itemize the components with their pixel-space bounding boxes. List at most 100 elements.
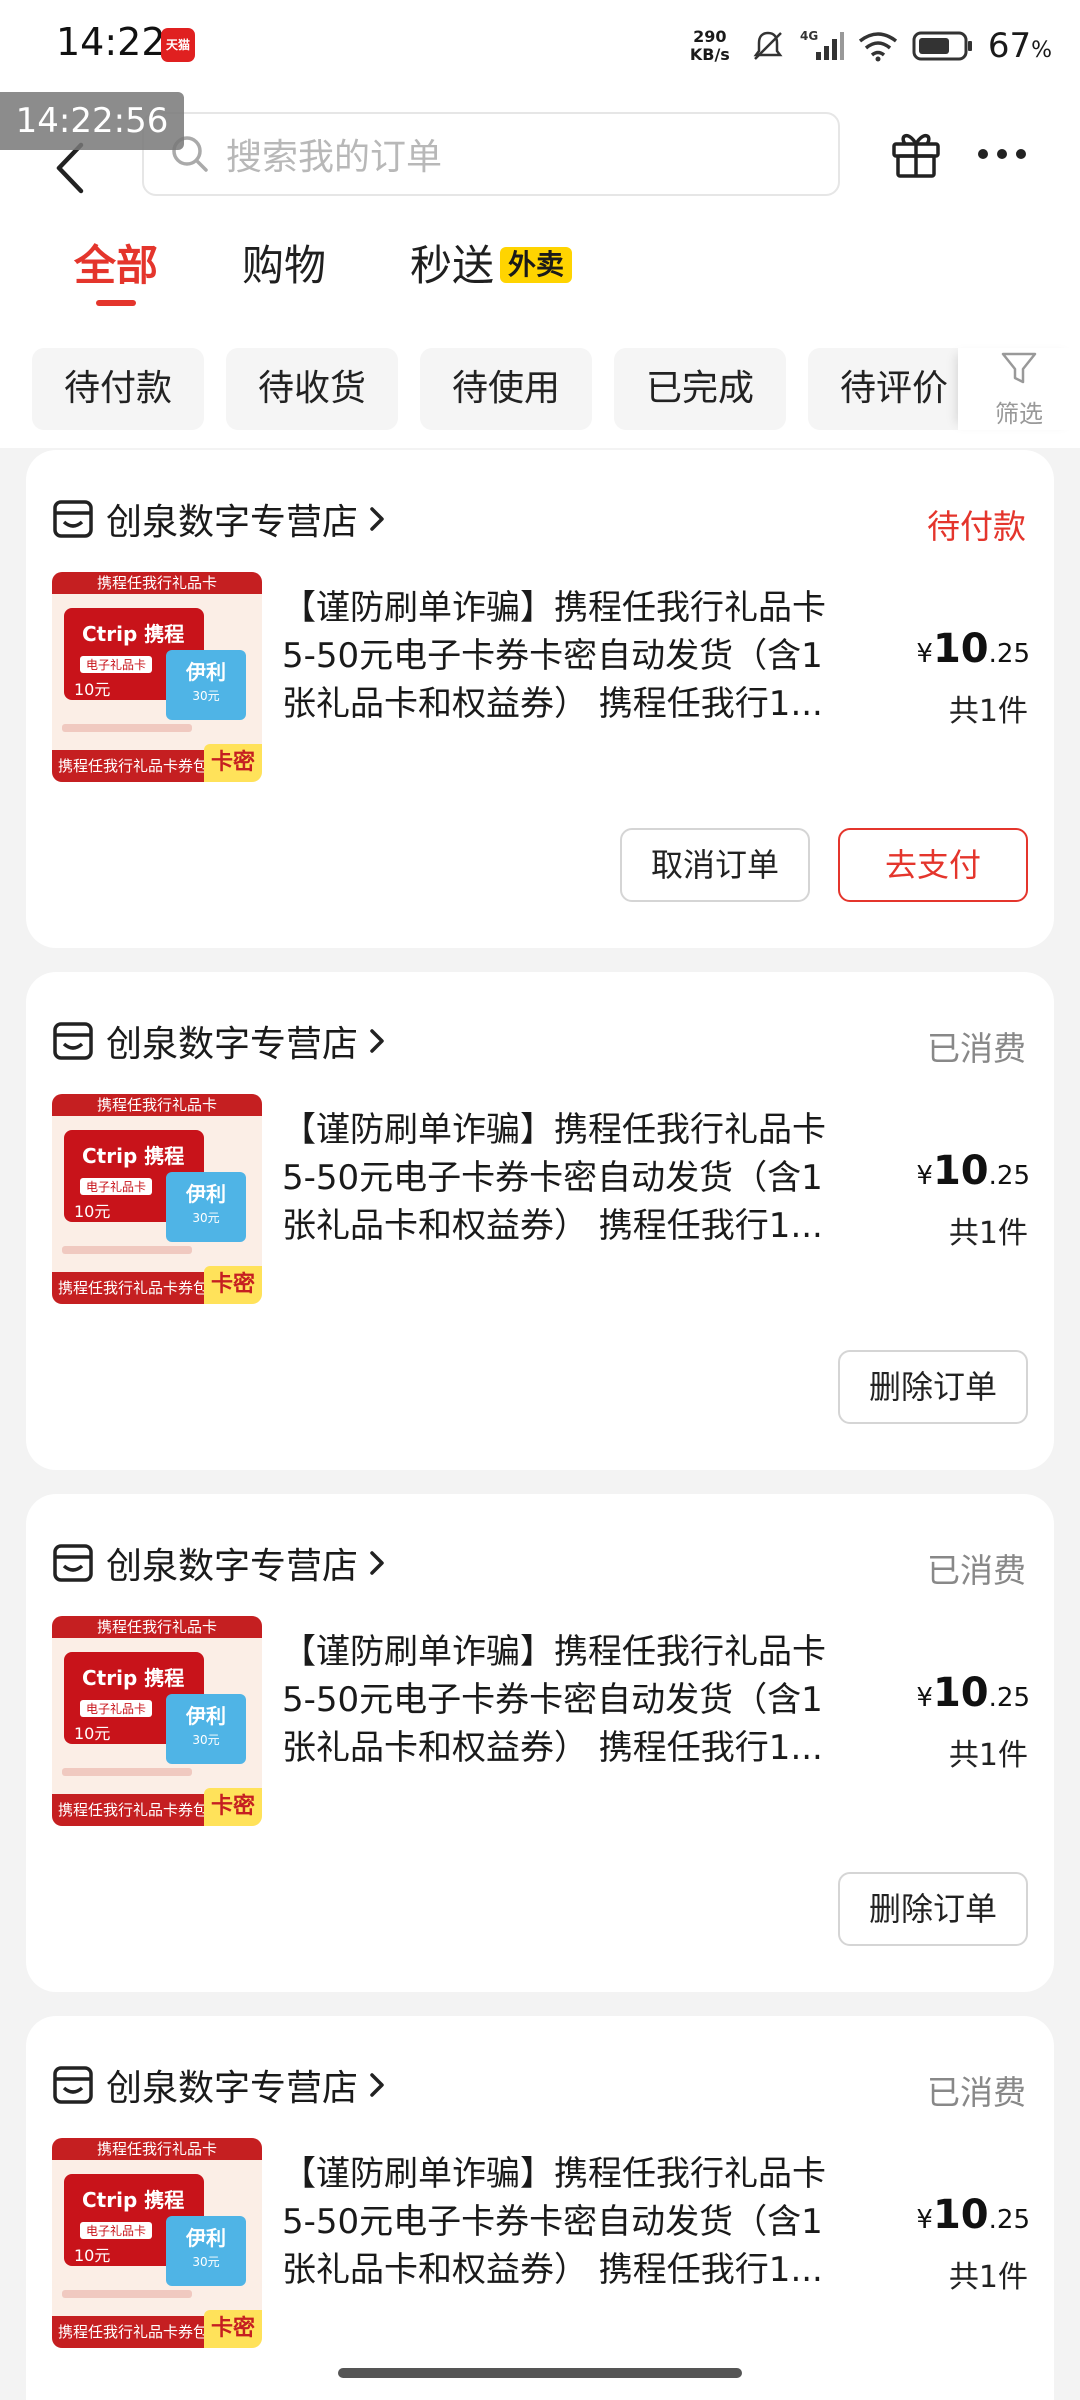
chip-pending-review[interactable]: 待评价 <box>808 348 980 430</box>
store-icon <box>52 2064 94 2106</box>
product-thumbnail[interactable]: 携程任我行礼品卡 Ctrip 携程 电子礼品卡 10元 伊利 30元 携程任我行礼品卡券包卡… <box>52 1616 262 1826</box>
thumb-card-label: 电子礼品卡 <box>80 1178 153 1195</box>
item-count: 共1件 <box>948 694 1028 729</box>
home-indicator[interactable] <box>338 2368 742 2378</box>
thumb-kami-badge: 卡密 <box>204 1266 262 1304</box>
timestamp-overlay: 14:22:56 <box>0 92 184 150</box>
order-status: 已消费 <box>927 2073 1026 2112</box>
search-placeholder: 搜索我的订单 <box>226 137 443 178</box>
tmall-app-icon: 天猫 <box>161 28 195 62</box>
ctrip-logo: Ctrip 携程 <box>82 1144 185 1168</box>
status-time: 14:22 <box>56 20 166 64</box>
store-link[interactable]: 创泉数字专营店 <box>52 2060 386 2110</box>
product-title[interactable]: 【谨防刷单诈骗】携程任我行礼品卡 5-50元电子卡券卡密自动发货（含1 张礼品卡和权… <box>282 1106 902 1250</box>
store-link[interactable]: 创泉数字专营店 <box>52 1016 386 1066</box>
thumb-top-text: 携程任我行礼品卡 <box>52 1094 262 1116</box>
thumb-bottom-text: 携程任我行礼品卡券包 <box>52 1794 212 1826</box>
product-title-line: 张礼品卡和权益券） 携程任我行1... <box>282 2250 823 2290</box>
product-title-line: 【谨防刷单诈骗】携程任我行礼品卡 <box>282 1632 826 1672</box>
thumb-top-text: 携程任我行礼品卡 <box>52 2138 262 2160</box>
search-input[interactable]: 搜索我的订单 <box>142 112 840 196</box>
order-status: 已消费 <box>927 1029 1026 1068</box>
thumb-divider <box>62 1768 192 1776</box>
thumb-top-text: 携程任我行礼品卡 <box>52 1616 262 1638</box>
thumb-divider <box>62 2290 192 2298</box>
bell-muted-icon <box>750 28 786 64</box>
pay-button[interactable]: 去支付 <box>838 828 1028 902</box>
ctrip-logo: Ctrip 携程 <box>82 1666 185 1690</box>
chevron-right-icon <box>368 1548 386 1578</box>
store-name: 创泉数字专营店 <box>106 502 359 543</box>
chevron-right-icon <box>368 1026 386 1056</box>
product-price: ¥10.25 <box>916 626 1030 672</box>
order-tabs: 全部 购物 秒送 外卖 <box>0 236 1080 316</box>
chip-completed[interactable]: 已完成 <box>614 348 786 430</box>
order-card[interactable]: 创泉数字专营店 已消费 携程任我行礼品卡 Ctrip 携程 电子礼品卡 10元 伊利 30元携… <box>26 2016 1054 2400</box>
thumb-benefit: 伊利 30元 <box>166 2216 246 2286</box>
tab-shopping[interactable]: 购物 <box>242 236 326 308</box>
product-title-line: 5-50元电子卡券卡密自动发货（含1 <box>282 1680 823 1720</box>
gift-icon <box>892 134 940 178</box>
dot-icon <box>1016 149 1026 159</box>
product-title[interactable]: 【谨防刷单诈骗】携程任我行礼品卡 5-50元电子卡券卡密自动发货（含1 张礼品卡和权… <box>282 584 902 728</box>
product-title-line: 5-50元电子卡券卡密自动发货（含1 <box>282 2202 823 2242</box>
thumb-top-text: 携程任我行礼品卡 <box>52 572 262 594</box>
thumb-divider <box>62 724 192 732</box>
status-filter-chips: 待付款 待收货 待使用 已完成 待评价 <box>0 348 1080 430</box>
order-card[interactable]: 创泉数字专营店 已消费 携程任我行礼品卡 Ctrip 携程 电子礼品卡 10元 伊利 30元携… <box>26 972 1054 1470</box>
store-link[interactable]: 创泉数字专营店 <box>52 494 386 544</box>
network-speed: 290 KB/s <box>689 27 730 64</box>
dot-icon <box>997 149 1007 159</box>
thumb-card-label: 电子礼品卡 <box>80 1700 153 1717</box>
thumb-kami-badge: 卡密 <box>204 744 262 782</box>
product-title-line: 【谨防刷单诈骗】携程任我行礼品卡 <box>282 588 826 628</box>
dot-icon <box>978 149 988 159</box>
chip-pending-use[interactable]: 待使用 <box>420 348 592 430</box>
thumb-card-value: 10元 <box>74 2246 111 2265</box>
thumb-bottom-text: 携程任我行礼品卡券包 <box>52 2316 212 2348</box>
filter-icon <box>1001 352 1037 384</box>
cellular-signal-icon: 4G <box>800 28 844 64</box>
product-thumbnail[interactable]: 携程任我行礼品卡 Ctrip 携程 电子礼品卡 10元 伊利 30元 携程任我行礼品卡券包卡… <box>52 1094 262 1304</box>
product-price: ¥10.25 <box>916 1670 1030 1716</box>
filter-label: 筛选 <box>995 400 1043 428</box>
item-count: 共1件 <box>948 1216 1028 1251</box>
tab-instant-delivery[interactable]: 秒送 外卖 <box>410 236 573 308</box>
ctrip-logo: Ctrip 携程 <box>82 622 185 646</box>
store-icon <box>52 498 94 540</box>
order-card[interactable]: 创泉数字专营店 待付款 携程任我行礼品卡 Ctrip 携程 电子礼品卡 10元 伊利 30元携… <box>26 450 1054 948</box>
chip-pending-receipt[interactable]: 待收货 <box>226 348 398 430</box>
waimai-badge: 外卖 <box>500 247 573 283</box>
product-title[interactable]: 【谨防刷单诈骗】携程任我行礼品卡 5-50元电子卡券卡密自动发货（含1 张礼品卡和权… <box>282 2150 902 2294</box>
product-title[interactable]: 【谨防刷单诈骗】携程任我行礼品卡 5-50元电子卡券卡密自动发货（含1 张礼品卡和权… <box>282 1628 902 1772</box>
thumb-benefit: 伊利 30元 <box>166 1172 246 1242</box>
status-bar: 14:22 天猫 290 KB/s 4G 67% <box>0 0 1080 92</box>
thumb-kami-badge: 卡密 <box>204 1788 262 1826</box>
cancel-order-button[interactable]: 取消订单 <box>620 828 810 902</box>
thumb-divider <box>62 1246 192 1254</box>
store-icon <box>52 1542 94 1584</box>
thumb-card-value: 10元 <box>74 680 111 699</box>
product-thumbnail[interactable]: 携程任我行礼品卡 Ctrip 携程电子礼品卡 10元 伊利 30元携程任我行礼品卡券包卡… <box>52 572 262 782</box>
product-title-line: 【谨防刷单诈骗】携程任我行礼品卡 <box>282 2154 826 2194</box>
tab-all[interactable]: 全部 <box>74 236 158 308</box>
thumb-bottom-text: 携程任我行礼品卡券包 <box>52 750 212 782</box>
chip-pending-payment[interactable]: 待付款 <box>32 348 204 430</box>
gift-button[interactable] <box>884 122 948 186</box>
thumb-card-label: 电子礼品卡 <box>80 2222 153 2239</box>
filter-button[interactable]: 筛选 <box>958 348 1080 430</box>
store-link[interactable]: 创泉数字专营店 <box>52 1538 386 1588</box>
product-thumbnail[interactable]: 携程任我行礼品卡 Ctrip 携程 电子礼品卡 10元 伊利 30元 携程任我行礼品卡券包卡… <box>52 2138 262 2348</box>
order-card[interactable]: 创泉数字专营店 已消费 携程任我行礼品卡 Ctrip 携程 电子礼品卡 10元 伊利 30元携… <box>26 1494 1054 1992</box>
delete-order-button[interactable]: 删除订单 <box>838 1350 1028 1424</box>
delete-order-button[interactable]: 删除订单 <box>838 1872 1028 1946</box>
item-count: 共1件 <box>948 1738 1028 1773</box>
thumb-benefit: 伊利 30元 <box>166 1694 246 1764</box>
more-options-button[interactable] <box>966 122 1038 186</box>
chevron-right-icon <box>368 2070 386 2100</box>
order-status: 已消费 <box>927 1551 1026 1590</box>
thumb-card-label: 电子礼品卡 <box>80 656 153 673</box>
svg-text:4G: 4G <box>800 29 818 43</box>
thumb-card-value: 10元 <box>74 1202 111 1221</box>
thumb-benefit: 伊利 30元 <box>166 650 246 720</box>
